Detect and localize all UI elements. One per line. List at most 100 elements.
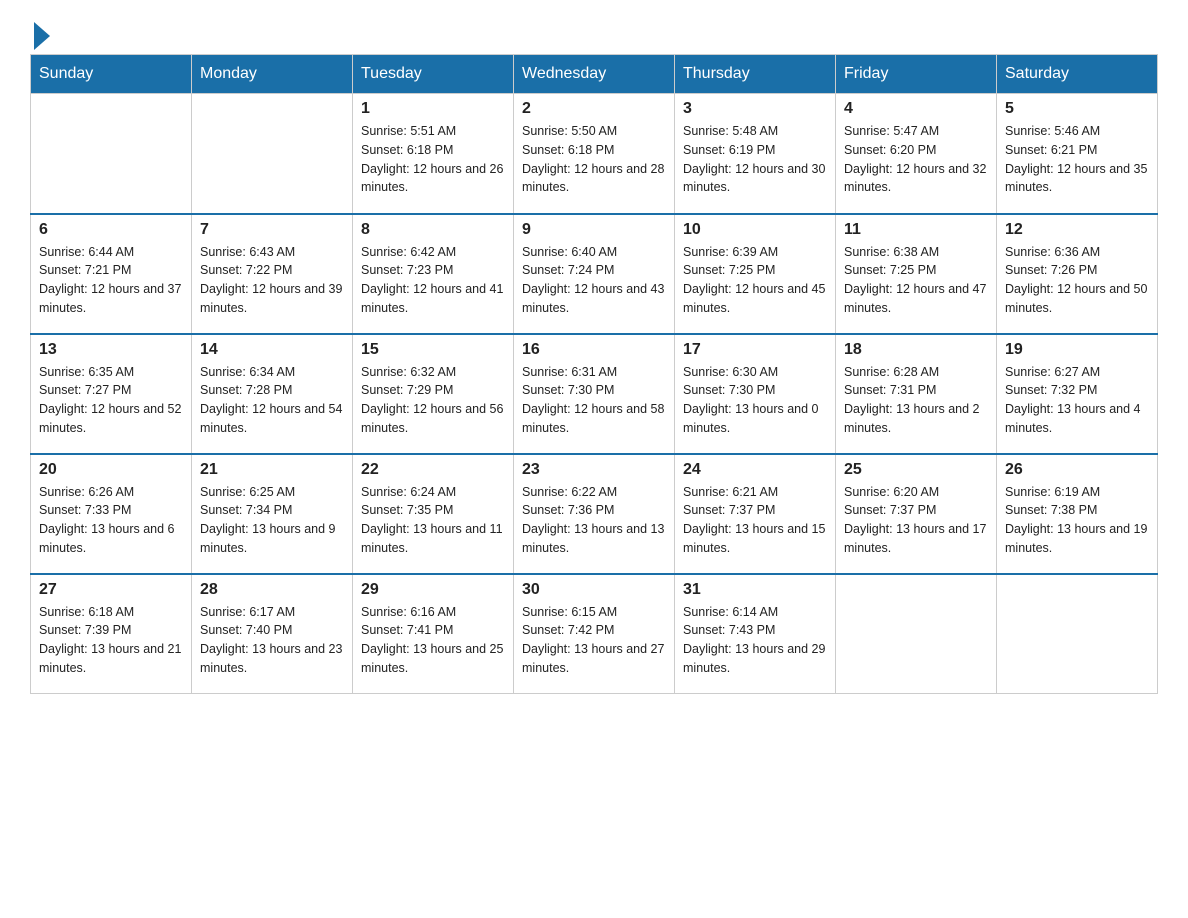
day-number: 6 [39, 221, 183, 239]
calendar-cell: 28 Sunrise: 6:17 AMSunset: 7:40 PMDayligh… [192, 574, 353, 694]
day-info: Sunrise: 6:36 AMSunset: 7:26 PMDaylight:… [1005, 243, 1149, 318]
day-info: Sunrise: 5:47 AMSunset: 6:20 PMDaylight:… [844, 122, 988, 197]
calendar-cell: 30 Sunrise: 6:15 AMSunset: 7:42 PMDayligh… [514, 574, 675, 694]
calendar-cell: 8 Sunrise: 6:42 AMSunset: 7:23 PMDaylight… [353, 214, 514, 334]
day-info: Sunrise: 6:16 AMSunset: 7:41 PMDaylight:… [361, 603, 505, 678]
calendar-cell: 2 Sunrise: 5:50 AMSunset: 6:18 PMDaylight… [514, 94, 675, 214]
day-number: 10 [683, 221, 827, 239]
day-number: 21 [200, 461, 344, 479]
calendar-cell [192, 94, 353, 214]
calendar-week-row: 20 Sunrise: 6:26 AMSunset: 7:33 PMDayligh… [31, 454, 1158, 574]
day-info: Sunrise: 5:46 AMSunset: 6:21 PMDaylight:… [1005, 122, 1149, 197]
day-number: 28 [200, 581, 344, 599]
calendar-cell [836, 574, 997, 694]
calendar-table: SundayMondayTuesdayWednesdayThursdayFrid… [30, 54, 1158, 694]
day-info: Sunrise: 6:39 AMSunset: 7:25 PMDaylight:… [683, 243, 827, 318]
day-number: 8 [361, 221, 505, 239]
day-number: 7 [200, 221, 344, 239]
calendar-cell: 5 Sunrise: 5:46 AMSunset: 6:21 PMDaylight… [997, 94, 1158, 214]
page-header [30, 20, 1158, 46]
day-number: 18 [844, 341, 988, 359]
day-number: 12 [1005, 221, 1149, 239]
day-info: Sunrise: 5:50 AMSunset: 6:18 PMDaylight:… [522, 122, 666, 197]
day-info: Sunrise: 6:44 AMSunset: 7:21 PMDaylight:… [39, 243, 183, 318]
calendar-cell: 29 Sunrise: 6:16 AMSunset: 7:41 PMDayligh… [353, 574, 514, 694]
calendar-cell: 23Sunrise: 6:22 AMSunset: 7:36 PMDayligh… [514, 454, 675, 574]
day-info: Sunrise: 6:27 AMSunset: 7:32 PMDaylight:… [1005, 363, 1149, 438]
day-info: Sunrise: 5:51 AMSunset: 6:18 PMDaylight:… [361, 122, 505, 197]
day-info: Sunrise: 6:30 AMSunset: 7:30 PMDaylight:… [683, 363, 827, 438]
logo-arrow-icon [34, 22, 50, 50]
calendar-week-row: 6 Sunrise: 6:44 AMSunset: 7:21 PMDaylight… [31, 214, 1158, 334]
day-info: Sunrise: 6:17 AMSunset: 7:40 PMDaylight:… [200, 603, 344, 678]
day-number: 16 [522, 341, 666, 359]
day-number: 23 [522, 461, 666, 479]
weekday-header-tuesday: Tuesday [353, 55, 514, 94]
day-number: 29 [361, 581, 505, 599]
weekday-header-monday: Monday [192, 55, 353, 94]
calendar-cell: 7 Sunrise: 6:43 AMSunset: 7:22 PMDaylight… [192, 214, 353, 334]
day-info: Sunrise: 6:19 AMSunset: 7:38 PMDaylight:… [1005, 483, 1149, 558]
calendar-cell: 18 Sunrise: 6:28 AMSunset: 7:31 PMDayligh… [836, 334, 997, 454]
calendar-cell: 31 Sunrise: 6:14 AMSunset: 7:43 PMDayligh… [675, 574, 836, 694]
calendar-cell: 4Sunrise: 5:47 AMSunset: 6:20 PMDaylight… [836, 94, 997, 214]
day-number: 19 [1005, 341, 1149, 359]
calendar-cell: 22 Sunrise: 6:24 AMSunset: 7:35 PMDayligh… [353, 454, 514, 574]
calendar-cell: 27Sunrise: 6:18 AMSunset: 7:39 PMDayligh… [31, 574, 192, 694]
calendar-cell: 1 Sunrise: 5:51 AMSunset: 6:18 PMDaylight… [353, 94, 514, 214]
day-info: Sunrise: 6:43 AMSunset: 7:22 PMDaylight:… [200, 243, 344, 318]
calendar-cell: 12 Sunrise: 6:36 AMSunset: 7:26 PMDayligh… [997, 214, 1158, 334]
calendar-cell: 11 Sunrise: 6:38 AMSunset: 7:25 PMDayligh… [836, 214, 997, 334]
day-number: 9 [522, 221, 666, 239]
calendar-cell: 24 Sunrise: 6:21 AMSunset: 7:37 PMDayligh… [675, 454, 836, 574]
day-info: Sunrise: 6:14 AMSunset: 7:43 PMDaylight:… [683, 603, 827, 678]
calendar-cell: 13 Sunrise: 6:35 AMSunset: 7:27 PMDayligh… [31, 334, 192, 454]
day-number: 15 [361, 341, 505, 359]
day-number: 5 [1005, 100, 1149, 118]
day-info: Sunrise: 6:38 AMSunset: 7:25 PMDaylight:… [844, 243, 988, 318]
calendar-cell: 10 Sunrise: 6:39 AMSunset: 7:25 PMDayligh… [675, 214, 836, 334]
day-number: 31 [683, 581, 827, 599]
day-info: Sunrise: 6:35 AMSunset: 7:27 PMDaylight:… [39, 363, 183, 438]
calendar-cell: 21 Sunrise: 6:25 AMSunset: 7:34 PMDayligh… [192, 454, 353, 574]
day-number: 2 [522, 100, 666, 118]
calendar-cell: 14Sunrise: 6:34 AMSunset: 7:28 PMDayligh… [192, 334, 353, 454]
day-info: Sunrise: 6:21 AMSunset: 7:37 PMDaylight:… [683, 483, 827, 558]
calendar-cell [31, 94, 192, 214]
calendar-cell: 20 Sunrise: 6:26 AMSunset: 7:33 PMDayligh… [31, 454, 192, 574]
day-info: Sunrise: 5:48 AMSunset: 6:19 PMDaylight:… [683, 122, 827, 197]
calendar-week-row: 27Sunrise: 6:18 AMSunset: 7:39 PMDayligh… [31, 574, 1158, 694]
weekday-header-sunday: Sunday [31, 55, 192, 94]
calendar-cell: 26 Sunrise: 6:19 AMSunset: 7:38 PMDayligh… [997, 454, 1158, 574]
day-info: Sunrise: 6:15 AMSunset: 7:42 PMDaylight:… [522, 603, 666, 678]
calendar-cell: 15Sunrise: 6:32 AMSunset: 7:29 PMDayligh… [353, 334, 514, 454]
calendar-week-row: 13 Sunrise: 6:35 AMSunset: 7:27 PMDayligh… [31, 334, 1158, 454]
day-info: Sunrise: 6:28 AMSunset: 7:31 PMDaylight:… [844, 363, 988, 438]
calendar-week-row: 1 Sunrise: 5:51 AMSunset: 6:18 PMDaylight… [31, 94, 1158, 214]
day-info: Sunrise: 6:18 AMSunset: 7:39 PMDaylight:… [39, 603, 183, 678]
day-info: Sunrise: 6:26 AMSunset: 7:33 PMDaylight:… [39, 483, 183, 558]
calendar-cell: 9 Sunrise: 6:40 AMSunset: 7:24 PMDaylight… [514, 214, 675, 334]
calendar-cell: 3Sunrise: 5:48 AMSunset: 6:19 PMDaylight… [675, 94, 836, 214]
calendar-cell: 19 Sunrise: 6:27 AMSunset: 7:32 PMDayligh… [997, 334, 1158, 454]
day-info: Sunrise: 6:24 AMSunset: 7:35 PMDaylight:… [361, 483, 505, 558]
day-number: 11 [844, 221, 988, 239]
calendar-cell: 17 Sunrise: 6:30 AMSunset: 7:30 PMDayligh… [675, 334, 836, 454]
day-info: Sunrise: 6:34 AMSunset: 7:28 PMDaylight:… [200, 363, 344, 438]
day-number: 13 [39, 341, 183, 359]
day-info: Sunrise: 6:42 AMSunset: 7:23 PMDaylight:… [361, 243, 505, 318]
day-info: Sunrise: 6:25 AMSunset: 7:34 PMDaylight:… [200, 483, 344, 558]
weekday-header-thursday: Thursday [675, 55, 836, 94]
weekday-header-friday: Friday [836, 55, 997, 94]
day-info: Sunrise: 6:40 AMSunset: 7:24 PMDaylight:… [522, 243, 666, 318]
day-number: 26 [1005, 461, 1149, 479]
day-number: 17 [683, 341, 827, 359]
day-number: 1 [361, 100, 505, 118]
logo [30, 20, 50, 46]
day-number: 25 [844, 461, 988, 479]
day-number: 22 [361, 461, 505, 479]
day-number: 30 [522, 581, 666, 599]
day-number: 20 [39, 461, 183, 479]
day-number: 24 [683, 461, 827, 479]
weekday-header-saturday: Saturday [997, 55, 1158, 94]
